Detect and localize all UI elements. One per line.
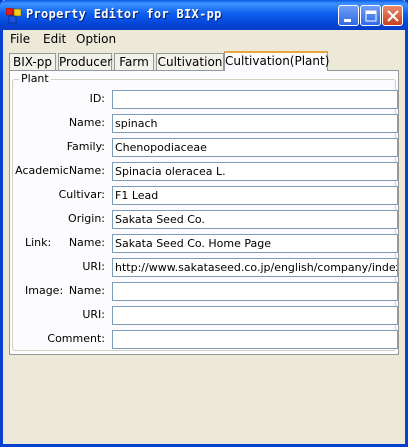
tab-strip: BIX-pp Producer Farm Cultivation Cultiva… (9, 51, 399, 71)
close-button[interactable] (382, 5, 403, 26)
comment-field[interactable] (112, 330, 398, 349)
origin-label: Origin: (68, 212, 105, 225)
name-field[interactable]: spinach (112, 114, 398, 133)
link-uri-label: URI: (82, 260, 105, 273)
link-uri-field[interactable]: http://www.sakataseed.co.jp/english/comp… (112, 258, 398, 277)
family-label: Family: (66, 140, 105, 153)
id-field[interactable] (112, 90, 398, 109)
menu-option[interactable]: Option (76, 32, 116, 46)
tab-farm[interactable]: Farm (114, 53, 154, 70)
menu-bar: File Edit Option (3, 30, 405, 48)
link-name-label: Name: (68, 236, 105, 249)
link-section-label: Link: (25, 236, 52, 249)
tab-cultivation[interactable]: Cultivation (156, 53, 224, 70)
image-name-field[interactable] (112, 282, 398, 301)
image-name-label: Name: (68, 284, 105, 297)
academic-name-field[interactable]: Spinacia oleracea L. (112, 162, 398, 181)
id-label: ID: (89, 92, 105, 105)
title-bar[interactable]: Property Editor for BIX-pp (0, 0, 408, 30)
family-field[interactable]: Chenopodiaceae (112, 138, 398, 157)
comment-label: Comment: (47, 332, 105, 345)
menu-edit[interactable]: Edit (43, 32, 66, 46)
app-icon (6, 8, 22, 24)
tab-bix-pp[interactable]: BIX-pp (9, 53, 56, 70)
cultivar-field[interactable]: F1 Lead (112, 186, 398, 205)
main-window: Property Editor for BIX-pp File Edit Opt… (0, 0, 408, 447)
name-label: Name: (68, 116, 105, 129)
link-name-field[interactable]: Sakata Seed Co. Home Page (112, 234, 398, 253)
academic-name-label: AcademicName: (15, 164, 105, 177)
minimize-icon (344, 19, 351, 22)
maximize-icon (365, 10, 377, 22)
menu-file[interactable]: File (10, 32, 30, 46)
window-title: Property Editor for BIX-pp (26, 7, 222, 21)
image-uri-field[interactable] (112, 306, 398, 325)
image-uri-label: URI: (82, 308, 105, 321)
close-icon (387, 10, 399, 22)
plant-group: Plant ID: Name: spinach Family: Chenopod… (12, 72, 398, 351)
origin-field[interactable]: Sakata Seed Co. (112, 210, 398, 229)
tab-panel: Plant ID: Name: spinach Family: Chenopod… (9, 70, 399, 355)
tab-producer[interactable]: Producer (58, 53, 112, 70)
plant-group-title: Plant (19, 72, 51, 85)
tab-cultivation-plant[interactable]: Cultivation(Plant) (224, 51, 329, 71)
image-section-label: Image: (25, 284, 64, 297)
maximize-button[interactable] (360, 5, 381, 26)
minimize-button[interactable] (338, 5, 359, 26)
cultivar-label: Cultivar: (58, 188, 105, 201)
